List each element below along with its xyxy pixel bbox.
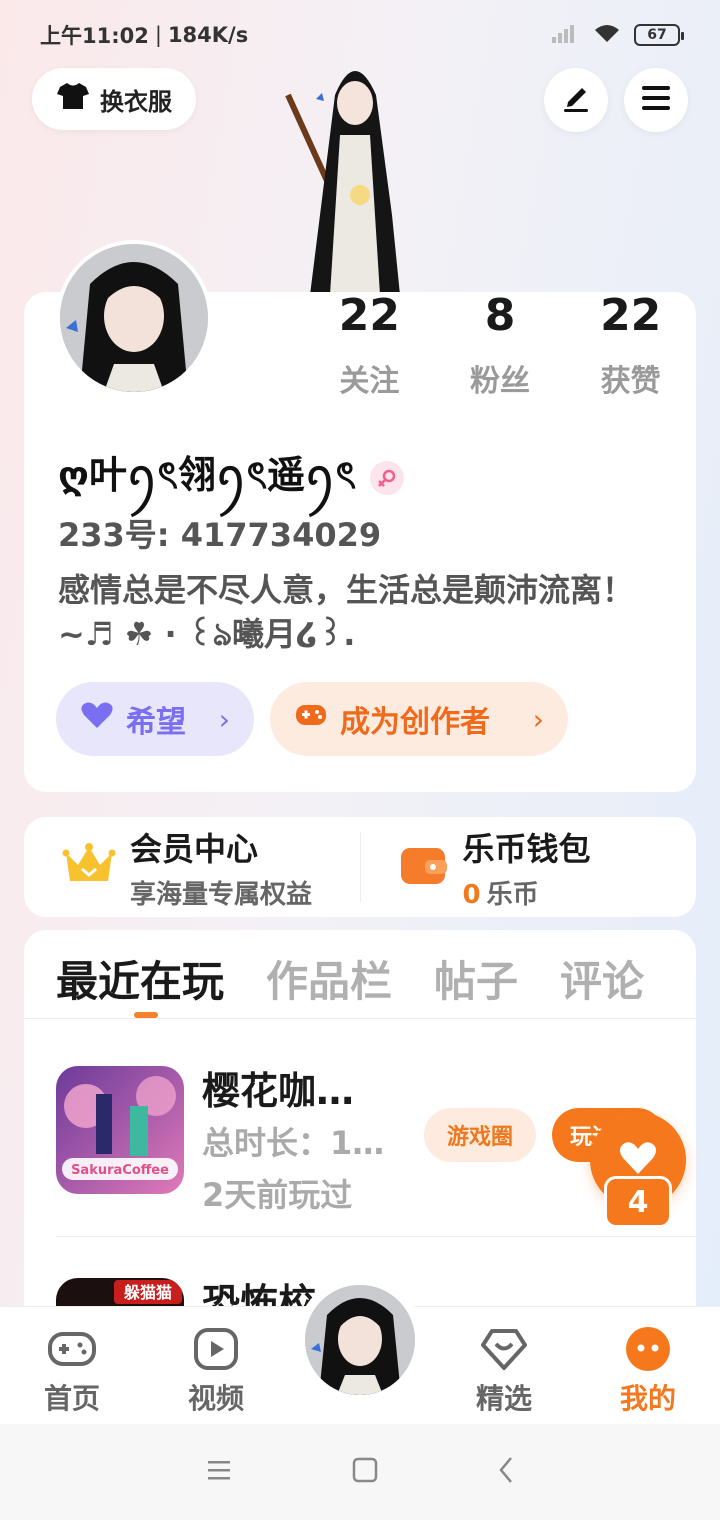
stat-label: 获赞 bbox=[600, 364, 661, 399]
nav-video[interactable]: 视频 bbox=[166, 1325, 266, 1417]
gamepad-icon bbox=[46, 1325, 98, 1373]
shirt-icon bbox=[56, 81, 90, 117]
member-center-title: 会员中心 bbox=[130, 829, 259, 868]
heart-diamond-icon bbox=[478, 1325, 530, 1373]
stat-likes[interactable]: 22 获赞 bbox=[565, 292, 696, 400]
game-circle-button[interactable]: 游戏圈 bbox=[424, 1108, 536, 1162]
edit-button[interactable] bbox=[544, 68, 608, 132]
gamepad-icon bbox=[294, 701, 328, 737]
system-nav-bar bbox=[0, 1424, 720, 1520]
stat-followers[interactable]: 8 粉丝 bbox=[435, 292, 566, 400]
play-icon bbox=[190, 1325, 242, 1373]
game-last-played: 2天前玩过 bbox=[202, 1176, 353, 1214]
coin-wallet[interactable]: 乐币钱包 0 乐币 bbox=[361, 817, 697, 917]
like-count-badge: 4 bbox=[604, 1176, 672, 1228]
game-title: 樱花咖… bbox=[202, 1069, 355, 1113]
wallet-icon bbox=[399, 842, 449, 892]
nav-label: 视频 bbox=[187, 1382, 244, 1415]
divider bbox=[24, 1018, 696, 1019]
battery-icon: 67 bbox=[634, 24, 684, 46]
menu-button[interactable] bbox=[624, 68, 688, 132]
home-icon[interactable] bbox=[352, 1457, 378, 1487]
tab-posts[interactable]: 帖子 bbox=[434, 948, 518, 1009]
tab-comments[interactable]: 评论 bbox=[560, 948, 644, 1009]
heart-icon bbox=[80, 700, 114, 738]
status-time: 上午11:02 bbox=[40, 24, 149, 48]
status-divider: | bbox=[154, 23, 162, 47]
tab-bar: 最近在玩 作品栏 帖子 评论 bbox=[56, 948, 644, 1009]
nav-label: 我的 bbox=[619, 1382, 676, 1415]
female-icon bbox=[370, 461, 405, 495]
nav-label: 首页 bbox=[43, 1382, 100, 1415]
game-icon-text: 躲猫猫 bbox=[124, 1283, 172, 1302]
character-figure[interactable] bbox=[280, 55, 430, 295]
nav-home[interactable]: 首页 bbox=[22, 1325, 122, 1417]
profile-stats: 22 关注 8 粉丝 22 获赞 bbox=[304, 292, 696, 400]
avatar[interactable] bbox=[56, 240, 212, 396]
stat-label: 粉丝 bbox=[470, 364, 530, 399]
avatar bbox=[305, 1285, 415, 1395]
chevron-right-icon: › bbox=[532, 702, 544, 736]
stat-number: 22 bbox=[600, 290, 662, 341]
pen-icon bbox=[560, 82, 592, 118]
wallet-title: 乐币钱包 bbox=[462, 829, 591, 868]
vip-wallet-card: 会员中心 享海量专属权益 乐币钱包 0 乐币 bbox=[24, 817, 696, 917]
game-duration: 总时长：1… bbox=[202, 1124, 385, 1162]
coin-unit: 乐币 bbox=[486, 879, 539, 910]
stat-label: 关注 bbox=[339, 364, 400, 399]
nav-mine[interactable]: 我的 bbox=[598, 1325, 698, 1417]
nav-label: 精选 bbox=[475, 1382, 532, 1415]
crown-icon bbox=[62, 841, 116, 893]
nav-featured[interactable]: 精选 bbox=[454, 1325, 554, 1417]
change-outfit-label: 换衣服 bbox=[100, 87, 172, 116]
battery-level: 67 bbox=[647, 27, 667, 43]
user-id: 233号: 417734029 bbox=[58, 516, 382, 554]
member-center-subtitle: 享海量专属权益 bbox=[130, 879, 313, 910]
heart-icon bbox=[618, 1140, 658, 1180]
recent-apps-icon[interactable] bbox=[206, 1459, 232, 1485]
bio: 感情总是不尽人意，生活总是颠沛流离！~♬ ☘ · ꒰ঌ曦月໒꒱. bbox=[58, 571, 635, 653]
change-outfit-button[interactable]: 换衣服 bbox=[32, 68, 196, 130]
signal-icon bbox=[550, 23, 580, 48]
nickname-text: ღ叶ꪆৎ翎ꪆৎ遥ꪆৎ bbox=[58, 453, 357, 497]
chevron-right-icon: › bbox=[218, 702, 230, 736]
wallet-balance: 0 乐币 bbox=[463, 874, 591, 911]
nickname: ღ叶ꪆৎ翎ꪆৎ遥ꪆৎ bbox=[58, 438, 405, 518]
hope-label: 希望 bbox=[126, 705, 186, 740]
nav-avatar-button[interactable] bbox=[296, 1276, 424, 1404]
stat-number: 8 bbox=[484, 290, 516, 341]
tab-recently-played[interactable]: 最近在玩 bbox=[56, 948, 224, 1009]
hamburger-icon bbox=[640, 84, 672, 116]
profile-face-icon bbox=[622, 1325, 674, 1373]
coin-count: 0 bbox=[462, 879, 481, 910]
game-icon: SakuraCoffee bbox=[56, 1066, 184, 1194]
stat-number: 22 bbox=[338, 290, 400, 341]
stat-following[interactable]: 22 关注 bbox=[304, 292, 435, 400]
member-center[interactable]: 会员中心 享海量专属权益 bbox=[24, 817, 360, 917]
network-speed: 184K/s bbox=[167, 23, 249, 47]
divider bbox=[56, 1236, 696, 1237]
back-icon[interactable] bbox=[498, 1456, 514, 1488]
tab-works[interactable]: 作品栏 bbox=[266, 948, 392, 1009]
hope-button[interactable]: 希望 › bbox=[56, 682, 254, 756]
wifi-icon bbox=[592, 22, 622, 49]
become-creator-button[interactable]: 成为创作者 › bbox=[270, 682, 568, 756]
become-creator-label: 成为创作者 bbox=[340, 705, 490, 740]
game-icon-text: SakuraCoffee bbox=[71, 1163, 169, 1178]
